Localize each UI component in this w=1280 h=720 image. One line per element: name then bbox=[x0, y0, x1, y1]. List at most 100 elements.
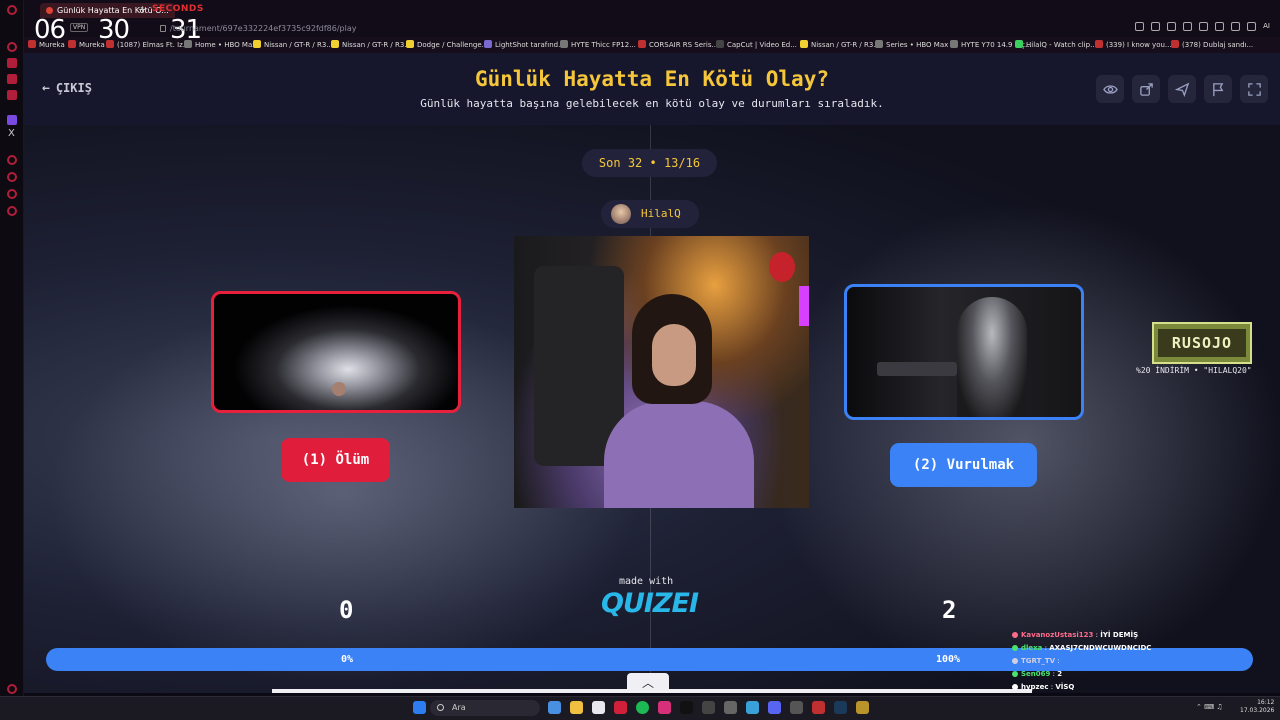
bookmark-item[interactable]: CapCut | Video Ed... bbox=[716, 40, 797, 49]
taskbar-app-icon[interactable] bbox=[790, 701, 803, 714]
flag-icon[interactable] bbox=[1204, 75, 1232, 103]
box-icon[interactable] bbox=[1231, 22, 1241, 31]
chat-username[interactable]: hypzec bbox=[1021, 683, 1049, 691]
system-tray[interactable]: ⌃ ⌨ ♫ bbox=[1196, 703, 1223, 711]
zoom-icon[interactable] bbox=[1135, 22, 1145, 31]
bookmark-item[interactable]: HilalQ - Watch clip... bbox=[1015, 40, 1097, 49]
streamer-webcam bbox=[514, 236, 809, 508]
round-indicator: Son 32 • 13/16 bbox=[582, 149, 717, 177]
bookmark-icon[interactable] bbox=[1151, 22, 1161, 31]
instagram-icon[interactable] bbox=[658, 701, 671, 714]
bookmark-favicon-icon bbox=[1171, 40, 1179, 48]
bookmark-label: HYTE Thicc FP12... bbox=[571, 41, 636, 49]
taskbar-app-icon[interactable] bbox=[812, 701, 825, 714]
chat-username[interactable]: KavanozUstasi123 bbox=[1021, 631, 1093, 639]
eye-icon[interactable] bbox=[1096, 75, 1124, 103]
taskbar-app-icon[interactable] bbox=[724, 701, 737, 714]
settings-icon[interactable] bbox=[1247, 22, 1257, 31]
chevron-up-icon[interactable]: ︿ bbox=[627, 673, 669, 693]
sponsor-logo-text: RUSOJO bbox=[1158, 329, 1246, 357]
chat-username[interactable]: Sen069 bbox=[1021, 670, 1050, 678]
windows-start-icon[interactable] bbox=[413, 701, 426, 714]
bookmark-label: Nissan / GT-R / R3... bbox=[342, 41, 412, 49]
option2-image-figure bbox=[957, 297, 1027, 417]
bookmark-favicon-icon bbox=[560, 40, 568, 48]
sidebar-app-icon[interactable] bbox=[7, 172, 17, 182]
store-icon[interactable] bbox=[592, 701, 605, 714]
opera-logo-icon[interactable] bbox=[7, 5, 17, 15]
sidebar-app-icon[interactable] bbox=[7, 74, 17, 84]
tiktok-icon[interactable] bbox=[680, 701, 693, 714]
webcam-lamp bbox=[769, 252, 795, 282]
url-field[interactable]: /tournament/697e332224ef3735c92fdf86/pla… bbox=[160, 24, 356, 33]
twitch-icon[interactable] bbox=[7, 115, 17, 125]
option2-image[interactable] bbox=[844, 284, 1084, 420]
heart-icon[interactable] bbox=[1199, 22, 1209, 31]
share-icon[interactable] bbox=[1132, 75, 1160, 103]
x-icon[interactable]: X bbox=[8, 128, 15, 139]
quizei-logo[interactable]: QUIZEI bbox=[601, 588, 699, 619]
discord-icon[interactable] bbox=[768, 701, 781, 714]
bookmark-favicon-icon bbox=[184, 40, 192, 48]
bookmark-item[interactable]: LightShot tarafınd... bbox=[484, 40, 565, 49]
chat-badge-icon bbox=[1012, 645, 1018, 651]
option1-button[interactable]: (1) Ölüm bbox=[281, 438, 390, 482]
browser-sidebar: X bbox=[0, 0, 24, 700]
bookmark-item[interactable]: (1087) Elmas Ft. Iz... bbox=[106, 40, 190, 49]
new-tab-button[interactable]: + bbox=[138, 3, 147, 16]
bookmark-favicon-icon bbox=[68, 40, 76, 48]
taskbar-clock[interactable]: 16:12 17.03.2026 bbox=[1240, 699, 1274, 715]
camera-icon[interactable] bbox=[1215, 22, 1225, 31]
bookmark-label: (378) Dublaj sandı... bbox=[1182, 41, 1254, 49]
bookmark-item[interactable]: Series • HBO Max bbox=[875, 40, 948, 49]
screen: Günlük Hayatta En Kötü O... + SECONDS 06… bbox=[0, 0, 1280, 720]
bookmark-item[interactable]: Dodge / Challenge... bbox=[406, 40, 488, 49]
avatar bbox=[611, 204, 631, 224]
send-icon[interactable] bbox=[1168, 75, 1196, 103]
option1-percent: 0% bbox=[341, 654, 354, 665]
bookmark-item[interactable]: CORSAIR RS Seris... bbox=[638, 40, 718, 49]
extension-icon[interactable] bbox=[1167, 22, 1177, 31]
spotify-icon[interactable] bbox=[636, 701, 649, 714]
bookmark-item[interactable]: Nissan / GT-R / R3... bbox=[800, 40, 880, 49]
clock-date: 17.03.2026 bbox=[1240, 707, 1275, 714]
bookmark-favicon-icon bbox=[1015, 40, 1023, 48]
sidebar-app-icon[interactable] bbox=[7, 189, 17, 199]
taskbar-app-icon[interactable] bbox=[702, 701, 715, 714]
play-icon[interactable] bbox=[1183, 22, 1193, 31]
chat-username[interactable]: dlexa bbox=[1021, 644, 1042, 652]
sidebar-app-icon[interactable] bbox=[7, 206, 17, 216]
bookmark-label: LightShot tarafınd... bbox=[495, 41, 565, 49]
bookmark-item[interactable]: Home • HBO Max bbox=[184, 40, 256, 49]
sidebar-app-icon[interactable] bbox=[7, 42, 17, 52]
bookmark-item[interactable]: HYTE Thicc FP12... bbox=[560, 40, 636, 49]
option1-image[interactable] bbox=[211, 291, 461, 413]
bookmark-item[interactable]: (378) Dublaj sandı... bbox=[1171, 40, 1253, 49]
bookmark-item[interactable]: (339) I know you... bbox=[1095, 40, 1172, 49]
vpn-badge[interactable]: VPN bbox=[70, 23, 89, 32]
copilot-icon[interactable] bbox=[548, 701, 561, 714]
taskbar-app-icon[interactable] bbox=[856, 701, 869, 714]
file-explorer-icon[interactable] bbox=[570, 701, 583, 714]
player-badge: HilalQ bbox=[601, 200, 699, 228]
bookmark-item[interactable]: Mureka bbox=[28, 40, 65, 49]
bookmark-item[interactable]: Nissan / GT-R / R3... bbox=[253, 40, 333, 49]
ai-button[interactable]: AI bbox=[1263, 22, 1270, 31]
option2-button[interactable]: (2) Vurulmak bbox=[890, 443, 1037, 487]
bookmark-item[interactable]: Mureka bbox=[68, 40, 105, 49]
sidebar-app-icon[interactable] bbox=[7, 155, 17, 165]
opera-icon[interactable] bbox=[614, 701, 627, 714]
steam-icon[interactable] bbox=[834, 701, 847, 714]
taskbar-app-icon[interactable] bbox=[746, 701, 759, 714]
sidebar-app-icon[interactable] bbox=[7, 58, 17, 68]
bookmark-favicon-icon bbox=[28, 40, 36, 48]
bookmark-item[interactable]: Nissan / GT-R / R3... bbox=[331, 40, 411, 49]
taskbar-search[interactable]: Ara bbox=[430, 700, 540, 716]
chat-message: dlexa : AXASJ7CNDWCUWDNCIDC bbox=[1012, 642, 1272, 655]
sidebar-app-icon[interactable] bbox=[7, 90, 17, 100]
chat-badge-icon bbox=[1012, 684, 1018, 690]
chat-username[interactable]: TGRT_TV bbox=[1021, 657, 1055, 665]
chat-text: AXASJ7CNDWCUWDNCIDC bbox=[1049, 644, 1152, 652]
sidebar-more-icon[interactable] bbox=[7, 684, 17, 694]
fullscreen-icon[interactable] bbox=[1240, 75, 1268, 103]
